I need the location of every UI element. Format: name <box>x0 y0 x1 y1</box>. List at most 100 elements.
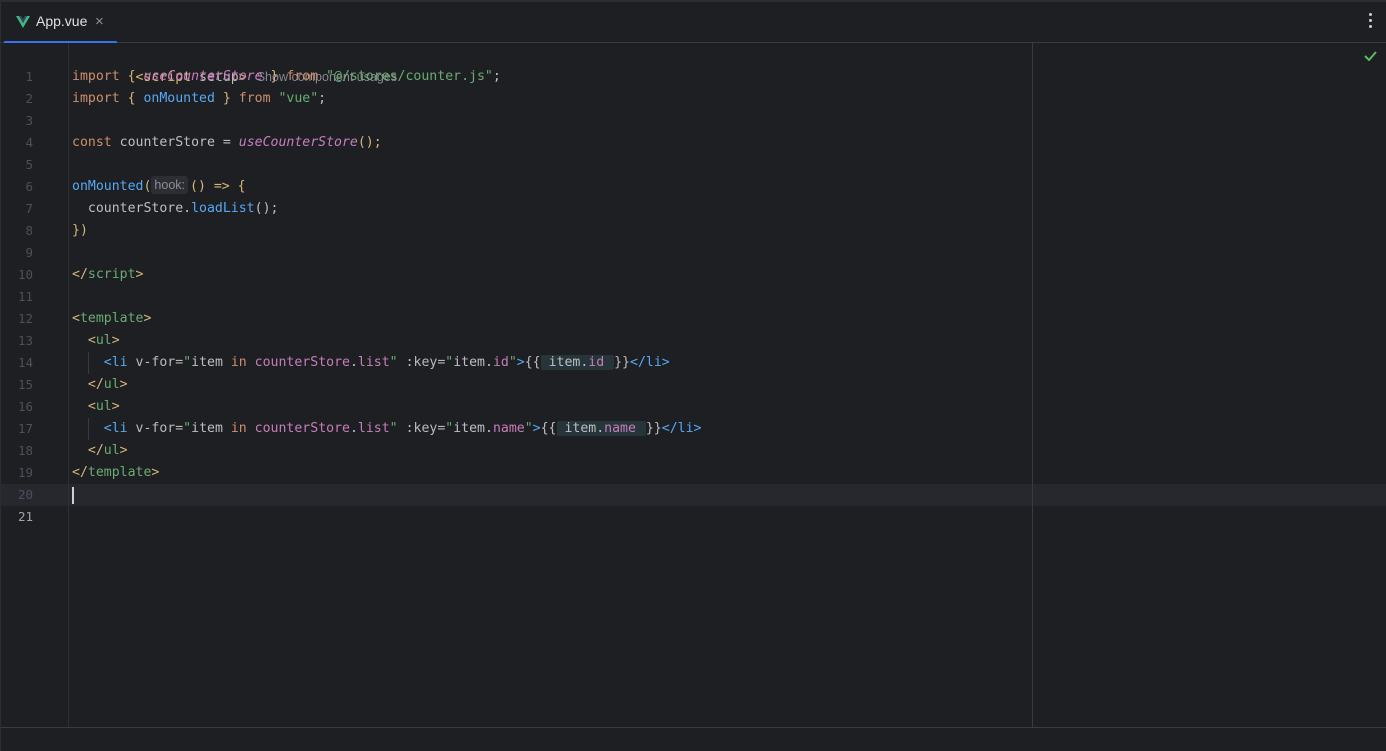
code-token: < <box>72 399 96 414</box>
code-line[interactable]: 8 counterStore.loadList(); <box>1 198 1386 238</box>
code-token: }} <box>645 421 662 436</box>
code-token: > <box>151 465 160 480</box>
code-token: "vue" <box>270 91 319 106</box>
vue-logo-icon <box>16 16 30 28</box>
code-line[interactable]: 21 <box>1 484 1386 524</box>
code-token: > <box>532 421 541 436</box>
code-line[interactable]: 10 <box>1 242 1386 282</box>
editor-tab-bar: App.vue × <box>1 0 1386 44</box>
code-token: < <box>72 355 112 370</box>
code-token: useCounterStore <box>143 69 263 84</box>
code-token: import <box>72 69 120 84</box>
code-token: li <box>677 421 694 436</box>
code-line[interactable]: 9 }) <box>1 220 1386 260</box>
code-token: li <box>111 355 128 370</box>
code-line[interactable]: 5 const counterStore = useCounterStore()… <box>1 132 1386 172</box>
code-line[interactable]: 3 import { onMounted } from "vue"; <box>1 88 1386 128</box>
code-editor[interactable]: 1 <script setup> Show component usages 2 … <box>1 43 1386 727</box>
interpolation-highlight: item.id <box>540 355 615 370</box>
code-token: const <box>72 135 112 150</box>
code-token: " <box>389 421 398 436</box>
code-token: from <box>286 69 319 84</box>
code-line[interactable]: 6 <box>1 154 1386 194</box>
code-token: list <box>357 421 390 436</box>
code-token: > <box>135 267 144 282</box>
code-token: > <box>661 355 670 370</box>
code-token: v-for= <box>127 421 184 436</box>
code-line[interactable]: 1 <script setup> Show component usages <box>1 44 1386 85</box>
code-token: </ <box>72 377 104 392</box>
code-token: " <box>524 421 533 436</box>
code-token: . <box>596 421 605 436</box>
code-token: template <box>79 311 144 326</box>
code-line[interactable]: 17 <ul> <box>1 396 1386 436</box>
code-token: counterStore <box>254 355 350 370</box>
text-cursor <box>72 487 74 504</box>
code-line[interactable]: 12 <box>1 286 1386 326</box>
code-token: counterStore <box>254 421 350 436</box>
code-token: " <box>183 421 192 436</box>
code-token: " <box>389 355 398 370</box>
code-token: in <box>230 421 247 436</box>
code-token: > <box>693 421 702 436</box>
code-token: onMounted <box>143 91 215 106</box>
code-token: . <box>484 355 493 370</box>
code-line[interactable]: 15 <li v-for="item in counterStore.list"… <box>1 352 1386 392</box>
code-token: list <box>357 355 390 370</box>
code-token: onMounted <box>72 179 144 194</box>
code-token: > <box>119 377 128 392</box>
code-token: li <box>645 355 662 370</box>
code-token: . <box>349 355 358 370</box>
code-token: li <box>111 421 128 436</box>
code-token: }) <box>72 223 88 238</box>
code-token: > <box>111 333 120 348</box>
code-token: item <box>453 421 485 436</box>
code-line[interactable]: 19 </ul> <box>1 440 1386 480</box>
code-token: ul <box>103 443 120 458</box>
code-token: ul <box>95 399 112 414</box>
code-line[interactable]: 2 import { useCounterStore } from "@/sto… <box>1 66 1386 106</box>
code-token: name <box>492 421 525 436</box>
code-token: counterStore = <box>111 135 239 150</box>
code-token: ; <box>492 69 501 84</box>
code-token: { <box>119 69 144 84</box>
code-token: </ <box>630 355 646 370</box>
code-token: < <box>72 333 96 348</box>
code-line[interactable]: 4 <box>1 110 1386 150</box>
code-token: in <box>230 355 247 370</box>
code-token: () => { <box>190 179 246 194</box>
code-line[interactable]: 13 <template> <box>1 308 1386 348</box>
tab-title: App.vue <box>36 13 88 29</box>
code-token: </ <box>661 421 678 436</box>
code-token: :key= <box>397 355 446 370</box>
code-token: . <box>349 421 358 436</box>
code-line[interactable]: 7 onMounted(hook:() => { <box>1 176 1386 216</box>
code-token: " <box>183 355 192 370</box>
tab-app-vue[interactable]: App.vue × <box>4 2 117 44</box>
code-line[interactable]: 16 </ul> <box>1 374 1386 414</box>
code-token: id <box>588 355 613 370</box>
close-icon[interactable]: × <box>95 12 104 32</box>
code-token: { <box>119 91 144 106</box>
code-token: } <box>262 69 287 84</box>
code-line[interactable]: 14 <ul> <box>1 330 1386 370</box>
code-token: item <box>191 355 231 370</box>
code-token: id <box>492 355 509 370</box>
line-number: 21 <box>17 509 33 524</box>
code-line[interactable]: 11 </script> <box>1 264 1386 304</box>
code-token: > <box>119 443 128 458</box>
code-token: counterStore. <box>87 201 192 216</box>
more-options-icon[interactable] <box>1369 13 1373 29</box>
code-token: > <box>111 399 120 414</box>
code-line[interactable]: 20 </template> <box>1 462 1386 502</box>
code-token: < <box>72 421 112 436</box>
code-token: import <box>72 91 120 106</box>
code-token: "@/stores/counter.js" <box>318 69 493 84</box>
code-token: template <box>87 465 152 480</box>
code-line[interactable]: 18 <li v-for="item in counterStore.list"… <box>1 418 1386 458</box>
code-token: ( <box>143 179 152 194</box>
code-token: item <box>191 421 231 436</box>
code-token: . <box>484 421 493 436</box>
